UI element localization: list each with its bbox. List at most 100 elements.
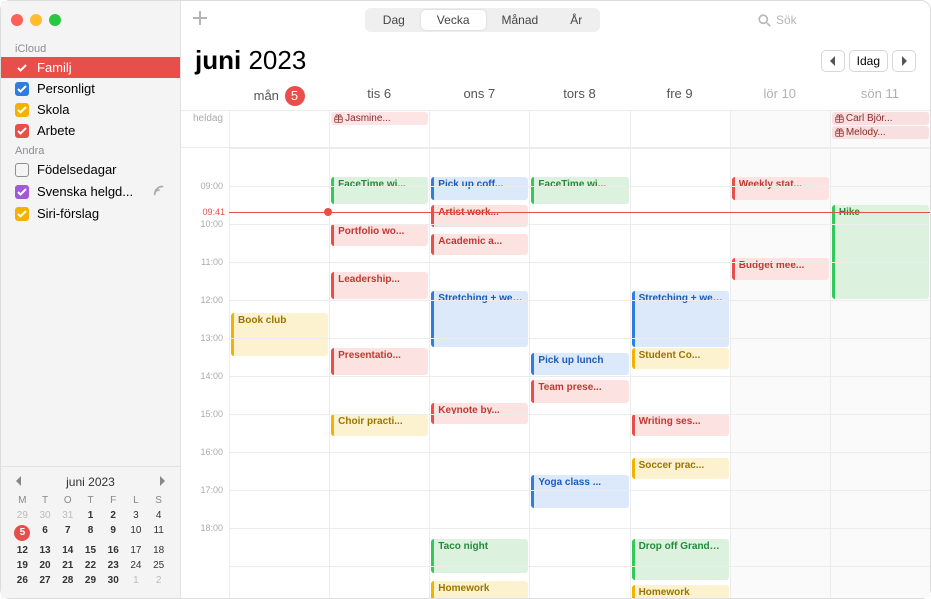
- allday-event[interactable]: Melody...: [832, 126, 929, 139]
- mini-day[interactable]: 12: [11, 543, 34, 558]
- mini-day[interactable]: 7: [56, 523, 79, 543]
- allday-column[interactable]: [730, 111, 830, 147]
- mini-day[interactable]: 26: [11, 573, 34, 588]
- close-icon[interactable]: [11, 14, 23, 26]
- mini-day[interactable]: 29: [11, 508, 34, 523]
- calendar-event[interactable]: Stretching + weights: [431, 291, 528, 347]
- calendar-event[interactable]: Soccer prac...: [632, 458, 729, 480]
- day-header[interactable]: lör 10: [730, 80, 830, 110]
- day-column[interactable]: Stretching + weightsStudent Co... Writing…: [630, 148, 730, 598]
- today-button[interactable]: Idag: [849, 50, 888, 72]
- mini-day[interactable]: 24: [125, 558, 148, 573]
- mini-day[interactable]: 20: [34, 558, 57, 573]
- calendar-event[interactable]: Yoga class ...: [531, 475, 628, 508]
- mini-day[interactable]: 19: [11, 558, 34, 573]
- calendar-event[interactable]: Artist work...: [431, 205, 528, 227]
- day-column[interactable]: FaceTime wi...Portfolio wo...Leadership.…: [329, 148, 429, 598]
- mini-day[interactable]: 15: [79, 543, 102, 558]
- calendar-event[interactable]: Leadership...: [331, 272, 428, 300]
- calendar-event[interactable]: Stretching + weights: [632, 291, 729, 347]
- calendar-event[interactable]: Keynote by...: [431, 403, 528, 425]
- calendar-item[interactable]: Familj: [1, 57, 180, 78]
- calendar-event[interactable]: Student Co...: [632, 348, 729, 370]
- allday-column[interactable]: Carl Björ...Melody...: [830, 111, 930, 147]
- week-grid[interactable]: 09:0010:0011:0012:0013:0014:0015:0016:00…: [181, 148, 930, 598]
- mini-day[interactable]: 5: [11, 523, 34, 543]
- mini-day[interactable]: 28: [56, 573, 79, 588]
- calendar-event[interactable]: Homework: [431, 581, 528, 598]
- calendar-item[interactable]: Personligt: [1, 78, 180, 99]
- calendar-event[interactable]: Presentatio...: [331, 348, 428, 376]
- day-header[interactable]: fre 9: [630, 80, 730, 110]
- mini-day[interactable]: 2: [102, 508, 125, 523]
- search-field[interactable]: Sök: [758, 13, 918, 27]
- allday-column[interactable]: Jasmine...: [329, 111, 429, 147]
- mini-day[interactable]: 1: [125, 573, 148, 588]
- mini-day[interactable]: 17: [125, 543, 148, 558]
- mini-day[interactable]: 27: [34, 573, 57, 588]
- view-month-button[interactable]: Månad: [486, 10, 555, 30]
- day-column[interactable]: FaceTime wi...Pick up lunchTeam prese...…: [529, 148, 629, 598]
- day-column[interactable]: Weekly stat...Budget mee...: [730, 148, 830, 598]
- calendar-event[interactable]: Academic a...: [431, 234, 528, 256]
- mini-day[interactable]: 3: [125, 508, 148, 523]
- mini-day[interactable]: 29: [79, 573, 102, 588]
- mini-day[interactable]: 25: [147, 558, 170, 573]
- allday-event[interactable]: Carl Björ...: [832, 112, 929, 125]
- mini-day[interactable]: 11: [147, 523, 170, 543]
- mini-calendar[interactable]: juni 2023 MTOTFLS29303112345678910111213…: [1, 466, 180, 598]
- view-day-button[interactable]: Dag: [367, 10, 421, 30]
- calendar-event[interactable]: Homework: [632, 585, 729, 598]
- mini-day[interactable]: 6: [34, 523, 57, 543]
- mini-day[interactable]: 8: [79, 523, 102, 543]
- day-column[interactable]: Book club: [229, 148, 329, 598]
- calendar-checkbox[interactable]: [15, 61, 29, 75]
- mini-day[interactable]: 14: [56, 543, 79, 558]
- day-column[interactable]: Pick up coff... Artist work... Academic a.…: [429, 148, 529, 598]
- allday-event[interactable]: Jasmine...: [331, 112, 428, 125]
- allday-column[interactable]: [529, 111, 629, 147]
- next-week-button[interactable]: [892, 50, 916, 72]
- calendar-checkbox[interactable]: [15, 124, 29, 138]
- allday-column[interactable]: [429, 111, 529, 147]
- zoom-icon[interactable]: [49, 14, 61, 26]
- calendar-event[interactable]: FaceTime wi...: [331, 177, 428, 205]
- calendar-event[interactable]: Drop off Grandma...: [632, 539, 729, 580]
- calendar-item[interactable]: Svenska helgd...: [1, 180, 180, 203]
- day-header[interactable]: mån 5: [229, 80, 329, 110]
- mini-day[interactable]: 30: [102, 573, 125, 588]
- calendar-event[interactable]: Pick up coff...: [431, 177, 528, 201]
- view-year-button[interactable]: År: [554, 10, 598, 30]
- mini-day[interactable]: 16: [102, 543, 125, 558]
- mini-day[interactable]: 30: [34, 508, 57, 523]
- calendar-checkbox[interactable]: [15, 185, 29, 199]
- mini-day[interactable]: 22: [79, 558, 102, 573]
- calendar-item[interactable]: Arbete: [1, 120, 180, 141]
- calendar-event[interactable]: Writing ses...: [632, 414, 729, 436]
- day-header[interactable]: sön 11: [830, 80, 930, 110]
- calendar-event[interactable]: Book club: [231, 313, 328, 356]
- calendar-item[interactable]: Födelsedagar: [1, 159, 180, 180]
- mini-day[interactable]: 18: [147, 543, 170, 558]
- minimize-icon[interactable]: [30, 14, 42, 26]
- day-column[interactable]: Hike: [830, 148, 930, 598]
- day-header[interactable]: ons 7: [429, 80, 529, 110]
- mini-day[interactable]: 2: [147, 573, 170, 588]
- calendar-event[interactable]: Budget mee...: [732, 258, 829, 280]
- mini-day[interactable]: 1: [79, 508, 102, 523]
- view-week-button[interactable]: Vecka: [421, 10, 486, 30]
- mini-prev-icon[interactable]: [15, 475, 23, 489]
- allday-column[interactable]: [229, 111, 329, 147]
- calendar-checkbox[interactable]: [15, 163, 29, 177]
- calendar-item[interactable]: Skola: [1, 99, 180, 120]
- mini-day[interactable]: 13: [34, 543, 57, 558]
- calendar-event[interactable]: Taco night: [431, 539, 528, 572]
- mini-day[interactable]: 21: [56, 558, 79, 573]
- add-event-button[interactable]: [193, 11, 207, 30]
- mini-next-icon[interactable]: [158, 475, 166, 489]
- mini-day[interactable]: 4: [147, 508, 170, 523]
- calendar-event[interactable]: Pick up lunch: [531, 353, 628, 375]
- calendar-event[interactable]: Team prese...: [531, 380, 628, 404]
- calendar-event[interactable]: Hike: [832, 205, 929, 299]
- calendar-checkbox[interactable]: [15, 82, 29, 96]
